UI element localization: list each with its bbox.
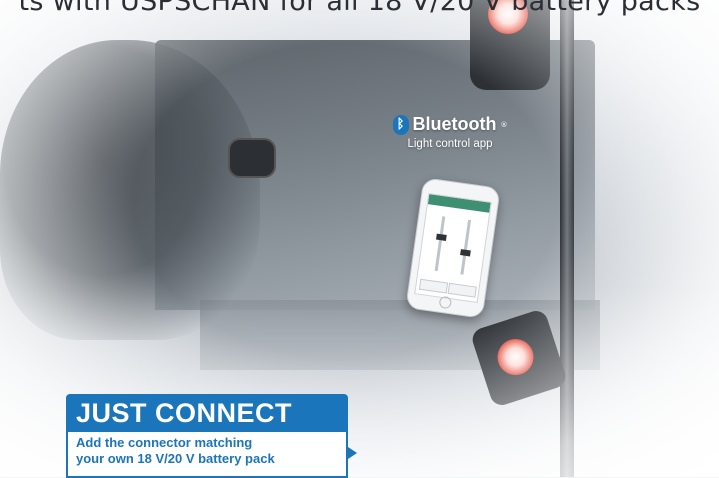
- badge-body: Add the connector matching your own 18 V…: [66, 432, 348, 478]
- phone-home-button: [438, 295, 453, 310]
- badge-line-1: Add the connector matching: [76, 435, 253, 450]
- app-button-left: [418, 278, 449, 294]
- app-slider-right: [459, 219, 472, 275]
- badge-line-2: your own 18 V/20 V battery pack: [76, 451, 275, 466]
- phone-screen: [414, 193, 492, 303]
- registered-mark: ®: [500, 120, 508, 129]
- bluetooth-subtitle: Light control app: [407, 138, 493, 150]
- app-button-right: [447, 282, 477, 298]
- bluetooth-row: ᛒ Bluetooth ®: [390, 114, 510, 135]
- bluetooth-word: Bluetooth: [412, 114, 497, 134]
- app-slider-left: [434, 216, 447, 272]
- badge-title: JUST CONNECT: [66, 394, 348, 432]
- badge-arrow-icon: [348, 447, 357, 459]
- bluetooth-label: ᛒ Bluetooth ® Light control app: [390, 114, 510, 150]
- app-bar: [427, 194, 491, 213]
- headline: ts with USPSCHAN for all 18 V/20 V batte…: [18, 0, 701, 17]
- slider-knob: [459, 249, 471, 257]
- just-connect-badge: JUST CONNECT Add the connector matching …: [66, 394, 348, 478]
- bluetooth-icon: ᛒ: [392, 114, 409, 135]
- slider-knob: [435, 233, 447, 241]
